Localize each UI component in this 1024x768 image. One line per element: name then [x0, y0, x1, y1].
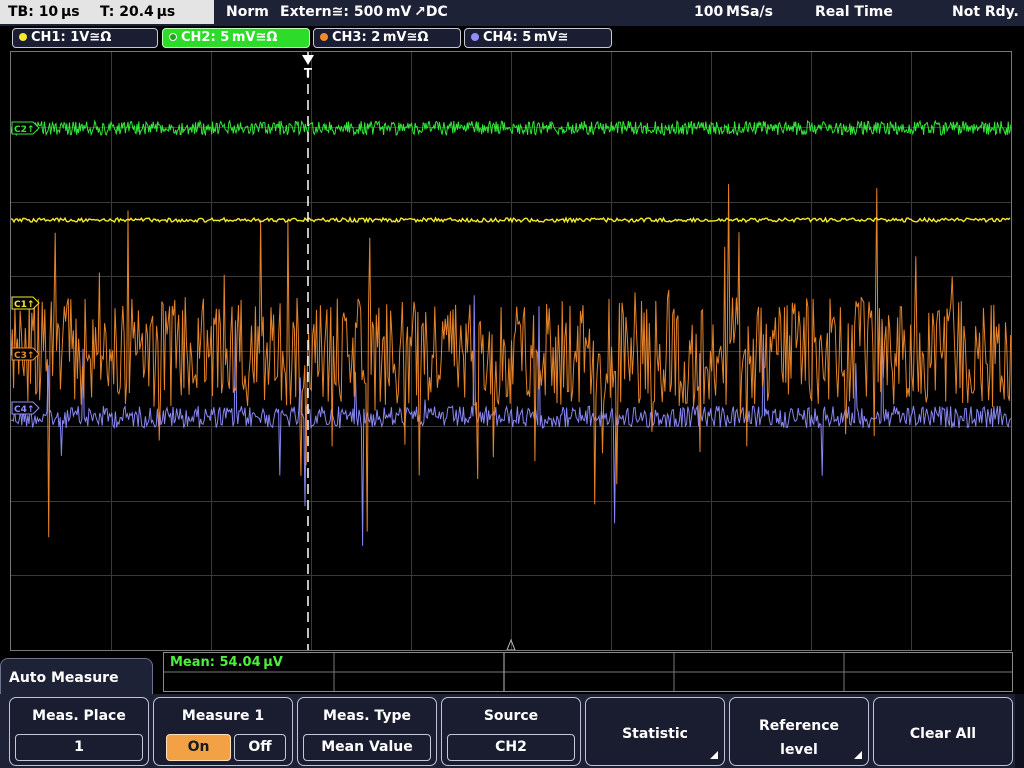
ch1-waveform	[11, 216, 1011, 224]
submenu-corner-icon	[710, 751, 718, 759]
channel-label: CH4: 5 mV≅	[483, 30, 569, 45]
reference-level-line1: Reference	[758, 718, 840, 734]
clear-all-label: Clear All	[909, 726, 977, 742]
ch4-dot-icon	[471, 33, 479, 41]
ch1-dot-icon	[19, 33, 27, 41]
softkey-bar: Meas. Place 1 Measure 1 On Off Meas. Typ…	[0, 694, 1024, 768]
channel-tab-ch1[interactable]: CH1: 1V≅Ω	[12, 28, 158, 48]
measure1-softkey[interactable]: Measure 1 On Off	[153, 697, 293, 766]
meas-type-softkey[interactable]: Meas. Type Mean Value	[297, 697, 437, 766]
submenu-corner-icon	[854, 751, 862, 759]
trigger-mode[interactable]: Norm	[226, 0, 269, 24]
reference-level-line2: level	[780, 742, 818, 758]
meas-type-label: Meas. Type	[323, 708, 411, 724]
ch1-marker-label: C1↑	[14, 300, 34, 310]
clear-all-softkey[interactable]: Clear All	[873, 697, 1013, 766]
acquisition-state: Not Rdy.	[952, 4, 1019, 20]
menu-title-tab: Auto Measure	[0, 658, 153, 694]
ch2-marker-label: C2↑	[14, 125, 34, 135]
statistic-softkey[interactable]: Statistic	[585, 697, 725, 766]
measure1-on-toggle[interactable]: On	[166, 734, 231, 761]
statistic-label: Statistic	[622, 726, 688, 742]
channel-tab-ch4[interactable]: CH4: 5 mV≅	[464, 28, 612, 48]
status-bar: TB: 10 µs T: 20.4 µs Norm Extern≅: 500 m…	[0, 0, 1024, 26]
ch4-reference-marker[interactable]: C4↑	[11, 401, 40, 415]
trigger-marker-label: T	[304, 66, 313, 80]
channel-tab-ch2[interactable]: CH2: 5 mV≅Ω	[162, 28, 310, 48]
channel-label: CH1: 1V≅Ω	[31, 30, 112, 45]
measure1-off-toggle[interactable]: Off	[234, 734, 286, 761]
measurement-panel: Mean: 54.04 µV	[163, 652, 1013, 692]
channel-label: CH2: 5 mV≅Ω	[181, 30, 278, 45]
trigger-time-readout: T: 20.4 µs	[100, 4, 176, 20]
meas-place-softkey[interactable]: Meas. Place 1	[9, 697, 149, 766]
acquisition-mode: Real Time	[815, 4, 893, 20]
ch2-reference-marker[interactable]: C2↑	[11, 121, 40, 135]
measure1-label: Measure 1	[181, 708, 265, 724]
source-softkey[interactable]: Source CH2	[441, 697, 581, 766]
reference-level-softkey[interactable]: Reference level	[729, 697, 869, 766]
sample-rate: 100 MSa/s	[694, 4, 773, 20]
timebase-box[interactable]: TB: 10 µs T: 20.4 µs	[0, 0, 214, 24]
ch3-dot-icon	[320, 33, 328, 41]
ch3-waveform	[11, 183, 1011, 538]
trigger-source[interactable]: Extern≅: 500 mV ↗DC	[280, 0, 448, 24]
meas-place-label: Meas. Place	[32, 708, 126, 724]
reference-level-label: Reference level	[730, 714, 868, 762]
meas-type-value[interactable]: Mean Value	[303, 734, 431, 761]
timebase-readout: TB: 10 µs	[8, 4, 80, 20]
ch3-marker-label: C3↑	[14, 351, 34, 361]
source-label: Source	[483, 708, 539, 724]
source-value[interactable]: CH2	[447, 734, 575, 761]
menu-title: Auto Measure	[9, 670, 119, 686]
softkey-bar-edge	[1015, 694, 1024, 768]
meas-place-value[interactable]: 1	[15, 734, 143, 761]
channel-label: CH3: 2 mV≅Ω	[332, 30, 429, 45]
ch2-dot-icon	[169, 33, 177, 41]
trigger-position-arrow-icon[interactable]	[302, 55, 314, 65]
channel-tab-ch3[interactable]: CH3: 2 mV≅Ω	[313, 28, 461, 48]
ch4-marker-label: C4↑	[14, 405, 34, 415]
waveform-display[interactable]: T C2↑ C1↑ C3↑ C4↑	[10, 51, 1012, 651]
channel-bar: CH1: 1V≅Ω CH2: 5 mV≅Ω CH3: 2 mV≅Ω CH4: 5…	[0, 26, 1024, 50]
